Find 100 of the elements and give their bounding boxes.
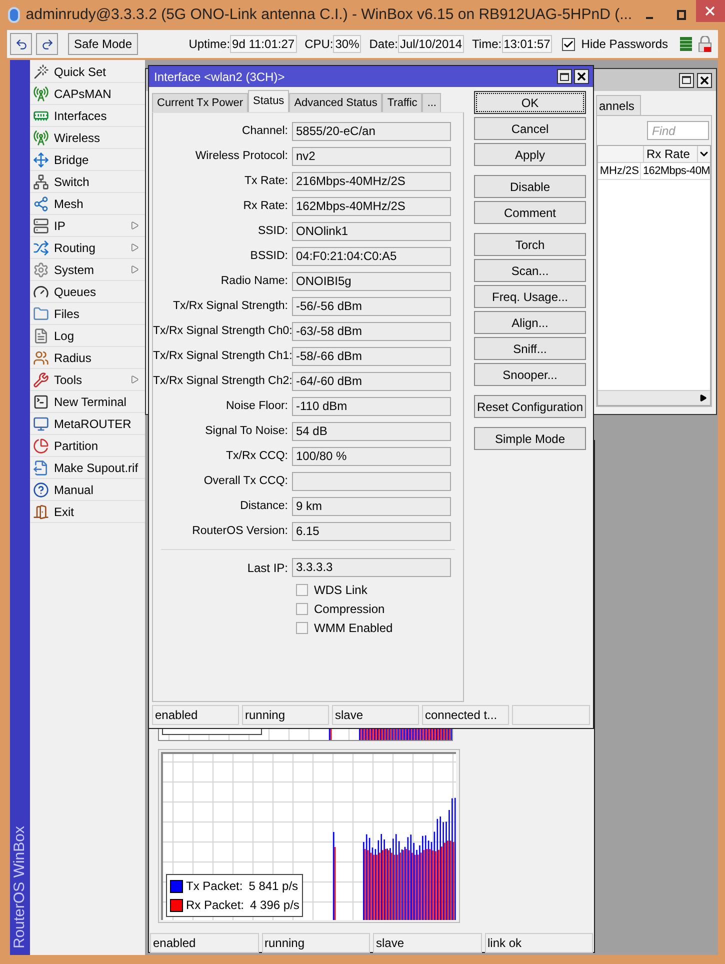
ip-icon bbox=[33, 218, 49, 234]
tab[interactable]: annels bbox=[596, 95, 642, 115]
tab[interactable]: ... bbox=[422, 93, 442, 112]
dialog-button[interactable]: Sniff... bbox=[474, 337, 586, 360]
field-label: BSSID: bbox=[249, 248, 289, 264]
checkbox-label: WDS Link bbox=[314, 582, 368, 598]
close-icon bbox=[705, 6, 716, 16]
value-field: -64/-60 dBm bbox=[292, 372, 451, 391]
dialog-button[interactable]: Comment bbox=[474, 201, 586, 224]
table-cell-text: 162Mbps-40M bbox=[642, 164, 710, 179]
legend-label: Rx Packet: bbox=[186, 897, 244, 914]
pie-chart-icon bbox=[33, 438, 49, 454]
scroll-right-icon bbox=[699, 394, 707, 402]
value-field: nv2 bbox=[292, 147, 451, 166]
gear-icon bbox=[33, 262, 49, 278]
antenna-icon bbox=[33, 130, 49, 146]
tab[interactable]: Traffic bbox=[382, 93, 422, 112]
value-field: 04:F0:21:04:C0:A5 bbox=[292, 247, 451, 266]
field-label: Tx/Rx Signal Strength Ch0: bbox=[153, 324, 292, 339]
undo-button[interactable] bbox=[10, 33, 32, 55]
dialog-button[interactable]: Scan... bbox=[474, 259, 586, 282]
redo-icon bbox=[40, 38, 54, 50]
menu-item[interactable]: System bbox=[30, 259, 145, 281]
switch-icon bbox=[33, 174, 49, 190]
safe-mode-button[interactable]: Safe Mode bbox=[68, 33, 138, 55]
terminal-icon bbox=[33, 394, 49, 410]
toolbar-value: 30% bbox=[333, 35, 362, 53]
dialog-button[interactable]: Simple Mode bbox=[474, 427, 586, 450]
status-cell: link ok bbox=[484, 933, 593, 953]
dialog-button[interactable]: Disable bbox=[474, 175, 586, 198]
field-label: Signal To Noise: bbox=[204, 424, 289, 439]
banner-text: RouterOS WinBox bbox=[10, 826, 29, 949]
document-icon bbox=[33, 328, 49, 344]
value-field: 216Mbps-40MHz/2S bbox=[292, 172, 451, 191]
toolbar-value: 13:01:57 bbox=[502, 35, 552, 53]
value-field: 6.15 bbox=[292, 522, 451, 541]
dialog-button[interactable]: Align... bbox=[474, 311, 586, 334]
status-cell: slave bbox=[373, 933, 482, 953]
tools-icon bbox=[33, 372, 49, 388]
dialog-button[interactable]: Cancel bbox=[474, 117, 586, 140]
check-icon bbox=[563, 38, 574, 50]
field-label: SSID: bbox=[256, 224, 289, 239]
value-field: ONOlink1 bbox=[292, 222, 451, 241]
tab[interactable]: Status bbox=[248, 90, 290, 112]
field-label: Rx Rate: bbox=[242, 198, 289, 214]
field-label: Wireless Protocol: bbox=[194, 148, 289, 164]
checkbox-label: Compression bbox=[314, 600, 385, 618]
toolbar-label: Uptime: bbox=[188, 36, 230, 53]
dialog-button[interactable]: Snooper... bbox=[474, 363, 586, 386]
maximize-icon[interactable] bbox=[679, 72, 694, 88]
field-label: Tx/Rx Signal Strength Ch1: bbox=[153, 348, 292, 364]
value-field: ONOIBI5g bbox=[292, 272, 451, 291]
dialog-button[interactable]: Freq. Usage... bbox=[474, 285, 586, 308]
field-label: Overall Tx CCQ: bbox=[202, 474, 289, 489]
checkbox[interactable] bbox=[296, 622, 308, 634]
hide-passwords-checkbox[interactable] bbox=[562, 38, 576, 50]
horizontal-scrollbar[interactable] bbox=[598, 390, 710, 405]
tab[interactable]: Advanced Status bbox=[289, 93, 382, 112]
wand-icon bbox=[33, 64, 49, 80]
close-icon[interactable] bbox=[697, 72, 712, 88]
maximize-icon[interactable] bbox=[557, 69, 572, 84]
submenu-arrow-icon bbox=[130, 243, 139, 252]
status-cell: running bbox=[262, 933, 370, 953]
undo-icon bbox=[14, 38, 28, 50]
field-label: RouterOS Version: bbox=[191, 524, 289, 539]
tab[interactable]: Current Tx Power bbox=[152, 93, 248, 112]
submenu-arrow-icon bbox=[130, 221, 139, 230]
submenu-arrow-icon bbox=[130, 375, 139, 384]
value-field: -110 dBm bbox=[292, 397, 451, 416]
dialog-button[interactable]: Torch bbox=[474, 233, 586, 256]
maximize-icon[interactable] bbox=[676, 10, 686, 20]
toolbar-label: Date: bbox=[369, 36, 398, 53]
dialog-button[interactable]: OK bbox=[474, 91, 586, 114]
toolbar-label: CPU: bbox=[304, 36, 334, 53]
checkbox[interactable] bbox=[296, 602, 308, 614]
status-cell: slave bbox=[332, 705, 419, 725]
field-label: Distance: bbox=[239, 498, 289, 514]
arrows-icon bbox=[33, 152, 49, 168]
gauge-icon bbox=[33, 284, 49, 300]
field-label: Channel: bbox=[240, 124, 289, 139]
close-icon[interactable] bbox=[574, 69, 589, 84]
document-arrow-icon bbox=[33, 460, 49, 476]
value-field: 5855/20-eC/an bbox=[292, 122, 451, 141]
legend-label: Tx Packet: bbox=[186, 878, 243, 895]
status-cell: running bbox=[242, 705, 329, 725]
folder-icon bbox=[33, 306, 49, 322]
field-label: Tx/Rx CCQ: bbox=[225, 448, 289, 464]
field-label: Noise Floor: bbox=[225, 398, 289, 414]
field-label: Tx/Rx Signal Strength Ch2: bbox=[153, 374, 292, 389]
close-button[interactable] bbox=[696, 0, 725, 22]
menu-item[interactable]: Log bbox=[30, 325, 145, 347]
help-icon bbox=[33, 482, 49, 498]
dialog-button[interactable]: Apply bbox=[474, 143, 586, 166]
checkbox[interactable] bbox=[296, 584, 308, 596]
redo-button[interactable] bbox=[36, 33, 58, 55]
menu-item[interactable]: IP bbox=[30, 215, 145, 237]
field-label: Radio Name: bbox=[220, 274, 289, 289]
table-cell: MHz/2S bbox=[598, 163, 641, 179]
dialog-button[interactable]: Reset Configuration bbox=[474, 395, 586, 418]
find-field[interactable]: Find bbox=[647, 121, 709, 140]
